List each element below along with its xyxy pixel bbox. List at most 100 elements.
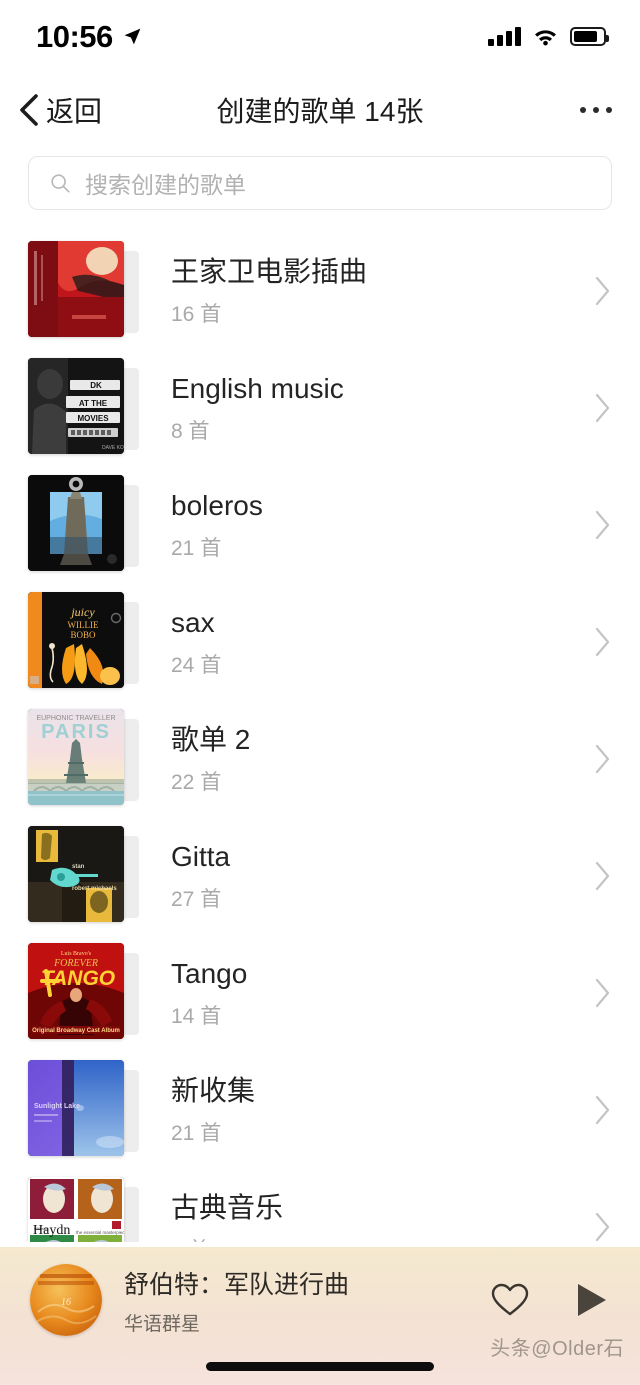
playlist-song-count: 14 首 [171,1004,222,1028]
status-time: 10:56 [36,18,113,54]
playlist-title: 古典音乐 [171,1191,284,1223]
player-track-title: 舒伯特：军队进行曲 [124,1270,350,1299]
red-tango-cover: Luis Bravo's FOREVER TANGO Original Broa… [28,943,124,1039]
svg-text:the essential masterpieces: the essential masterpieces [76,1230,124,1235]
playlist-song-count: 21 首 [171,1121,222,1145]
chevron-right-icon[interactable] [594,510,612,540]
album-art-stack: Sunlight Lake [28,1060,145,1159]
playlist-title: 王家卫电影插曲 [171,255,368,287]
more-horizontal-icon-dot [580,107,586,113]
svg-text:Original Broadway Cast Album: Original Broadway Cast Album [32,1028,120,1034]
list-item[interactable]: DK AT THE MOVIES DAVE KO English music 8… [0,349,640,466]
playlist-song-count: 21 首 [171,536,222,560]
search-bar[interactable]: 搜索创建的歌单 [28,156,612,210]
svg-text:MOVIES: MOVIES [77,414,109,423]
back-button[interactable]: 返回 [0,90,102,130]
player-track-artist: 华语群星 [124,1313,201,1335]
list-item[interactable]: 王家卫电影插曲 16 首 [0,232,640,349]
back-button-label: 返回 [46,96,103,127]
svg-text:stan: stan [72,864,85,870]
chevron-right-icon[interactable] [594,861,612,891]
wifi-icon [535,30,556,46]
chevron-right-icon[interactable] [594,393,612,423]
svg-text:juicy: juicy [69,605,95,619]
chevron-left-icon [20,94,38,126]
playlist-song-count: 1 首 [171,1234,594,1243]
playlist-title: Gitta [171,840,231,872]
playlist-song-count: 8 首 [171,419,210,443]
more-horizontal-icon-dot [593,107,599,113]
svg-text:TANGO: TANGO [41,967,115,990]
svg-text:WILLIE: WILLIE [68,620,99,630]
chevron-right-icon[interactable] [594,627,612,657]
chevron-right-icon[interactable] [594,276,612,306]
haydn-grid-cover: Ultimate Haydn the essential masterpiece… [28,1177,124,1242]
list-item-text: 歌单 2 22 首 [145,722,594,796]
player-controls [490,1281,614,1319]
svg-text:BOBO: BOBO [70,630,96,640]
list-item[interactable]: boleros 21 首 [0,466,640,583]
svg-text:AT THE: AT THE [79,399,108,408]
playlist-list: 王家卫电影插曲 16 首 DK AT THE MOVIES DAVE KO En… [0,232,640,1242]
play-triangle-icon[interactable] [574,1281,608,1319]
heart-outline-icon[interactable] [490,1282,530,1318]
list-item-text: English music 8 首 [145,371,594,445]
album-art-stack: EUPHONIC TRAVELLER PARIS [28,709,145,808]
playlist-title: Tango [171,957,248,989]
playlist-song-count: 22 首 [171,770,222,794]
album-art-stack: DK AT THE MOVIES DAVE KO [28,358,145,457]
svg-text:Sunlight Lake: Sunlight Lake [34,1103,80,1110]
dark-tower-cover [28,475,124,571]
more-options-button[interactable] [580,107,612,113]
red-film-cover [28,241,124,337]
navigation-bar: 返回 创建的歌单 14张 [0,72,640,148]
album-art-stack [28,241,145,340]
search-icon [51,174,70,193]
playlist-title: English music [171,372,344,404]
juicy-orange-cover: juicy WILLIE BOBO [28,592,124,688]
chevron-right-icon[interactable] [594,744,612,774]
svg-text:DK: DK [90,381,102,390]
list-item[interactable]: Luis Bravo's FOREVER TANGO Original Broa… [0,934,640,1051]
search-input[interactable]: 搜索创建的歌单 [85,166,246,200]
guitar-yellow-cover: stan robert michaels [28,826,124,922]
album-art-stack: Luis Bravo's FOREVER TANGO Original Broa… [28,943,145,1042]
app-screen: 10:56 返回 创建的歌单 14张 搜索创建的歌单 王家卫电影插曲 16 首 … [0,0,640,1385]
svg-text:Luis Bravo's: Luis Bravo's [61,951,92,957]
album-art-stack [28,475,145,574]
paris-pastel-cover: EUPHONIC TRAVELLER PARIS [28,709,124,805]
status-bar: 10:56 [0,0,640,72]
list-item-text: 新收集 21 首 [145,1073,594,1147]
svg-text:DAVE KOZ: DAVE KOZ [102,445,124,451]
home-indicator [206,1362,434,1371]
list-item-text: 王家卫电影插曲 16 首 [145,254,594,328]
battery-icon [570,26,609,46]
list-item-text: boleros 21 首 [145,488,594,562]
more-horizontal-icon-dot [606,107,612,113]
playlist-title: 歌单 2 [171,723,251,755]
playlist-title: 新收集 [171,1074,256,1106]
list-item-text: sax 24 首 [145,605,594,679]
list-item[interactable]: Ultimate Haydn the essential masterpiece… [0,1168,640,1242]
album-art-stack: stan robert michaels [28,826,145,925]
list-item-text: 古典音乐 1 首 [145,1190,594,1243]
album-art-stack: juicy WILLIE BOBO [28,592,145,691]
chevron-right-icon[interactable] [594,978,612,1008]
orange-disc-cover[interactable]: 16 [30,1264,102,1336]
playlist-title: sax [171,606,215,638]
chevron-right-icon[interactable] [594,1212,612,1242]
status-bar-left: 10:56 [36,21,143,52]
playlist-scroll-area[interactable]: 王家卫电影插曲 16 首 DK AT THE MOVIES DAVE KO En… [0,232,640,1242]
list-item[interactable]: EUPHONIC TRAVELLER PARIS 歌单 2 22 首 [0,700,640,817]
list-item[interactable]: Sunlight Lake 新收集 21 首 [0,1051,640,1168]
bw-marquee-cover: DK AT THE MOVIES DAVE KO [28,358,124,454]
svg-text:Haydn: Haydn [33,1223,70,1238]
playlist-song-count: 27 首 [171,887,222,911]
chevron-right-icon[interactable] [594,1095,612,1125]
playlist-song-count: 24 首 [171,653,222,677]
list-item[interactable]: juicy WILLIE BOBO sax 24 首 [0,583,640,700]
list-item[interactable]: stan robert michaels Gitta 27 首 [0,817,640,934]
mini-player-bar[interactable]: 16 舒伯特：军队进行曲 华语群星 头条@Older石 [0,1247,640,1385]
search-section: 搜索创建的歌单 [0,148,640,232]
status-bar-right [488,26,609,46]
